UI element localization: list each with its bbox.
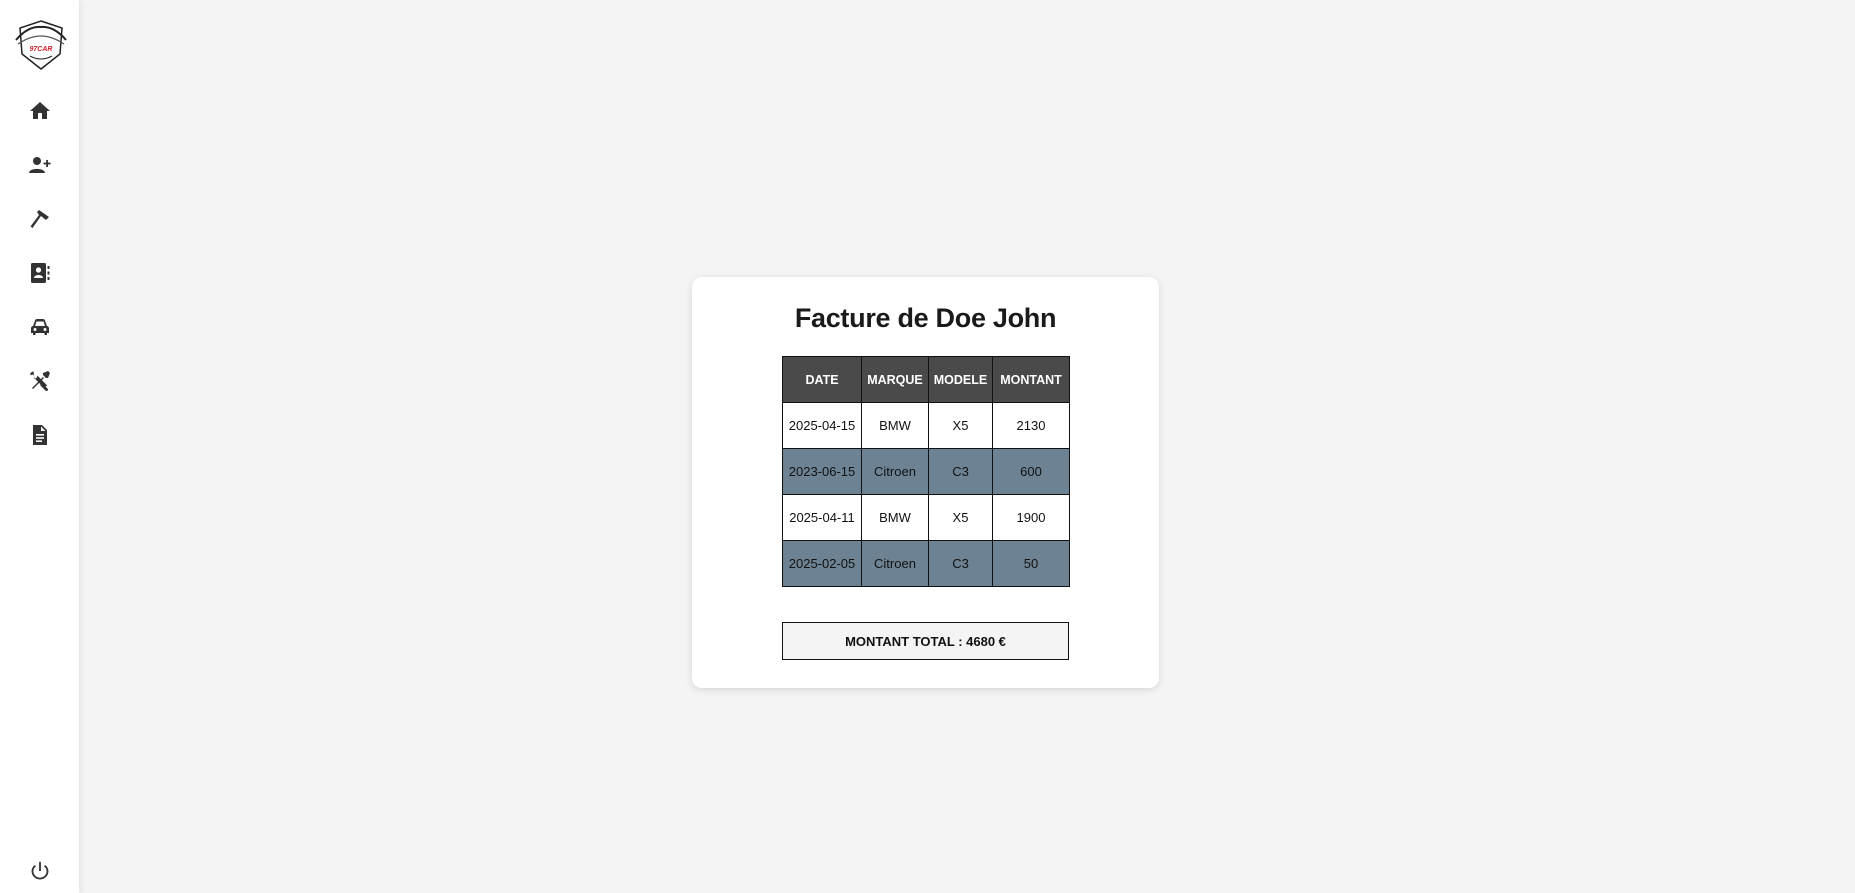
sidebar-item-maintenance[interactable] [0,361,79,401]
sidebar-item-contacts[interactable] [0,253,79,293]
invoice-table: DATE MARQUE MODELE MONTANT 2025-04-15 BM… [782,356,1070,587]
cell-marque: Citroen [861,540,929,587]
cell-modele: X5 [928,402,993,449]
svg-text:97CAR: 97CAR [30,46,53,53]
app-logo[interactable]: 97CAR [14,18,68,72]
table-row: 2025-04-11 BMW X5 1900 [782,494,1070,541]
column-header-date: DATE [782,356,862,403]
sidebar-item-repairs[interactable] [0,199,79,239]
sidebar: 97CAR [0,0,79,893]
cell-marque: BMW [861,494,929,541]
total-amount: MONTANT TOTAL : 4680 € [782,622,1069,660]
cell-date: 2025-02-05 [782,540,862,587]
cell-date: 2025-04-15 [782,402,862,449]
car-icon [30,319,49,335]
contacts-icon [30,263,49,283]
invoice-card: Facture de Doe John DATE MARQUE MODELE M… [692,277,1159,688]
hammer-icon [30,210,49,228]
home-icon [29,102,50,119]
tools-icon [29,371,50,392]
cell-modele: X5 [928,494,993,541]
car-shield-logo-icon: 97CAR [15,20,67,70]
add-user-icon [28,157,51,173]
invoice-icon [32,425,47,445]
power-icon [31,861,48,880]
table-header-row: DATE MARQUE MODELE MONTANT [782,356,1070,403]
column-header-marque: MARQUE [861,356,929,403]
invoice-title: Facture de Doe John [794,303,1057,333]
table-row: 2023-06-15 Citroen C3 600 [782,448,1070,495]
cell-date: 2023-06-15 [782,448,862,495]
sidebar-item-home[interactable] [0,91,79,131]
column-header-montant: MONTANT [992,356,1070,403]
table-row: 2025-04-15 BMW X5 2130 [782,402,1070,449]
sidebar-item-vehicles[interactable] [0,307,79,347]
cell-montant: 1900 [992,494,1070,541]
column-header-modele: MODELE [928,356,993,403]
cell-modele: C3 [928,448,993,495]
cell-montant: 2130 [992,402,1070,449]
sidebar-item-add-client[interactable] [0,145,79,185]
cell-montant: 50 [992,540,1070,587]
cell-date: 2025-04-11 [782,494,862,541]
cell-marque: BMW [861,402,929,449]
sidebar-item-invoices[interactable] [0,415,79,455]
main-content: Facture de Doe John DATE MARQUE MODELE M… [79,0,1855,893]
table-row: 2025-02-05 Citroen C3 50 [782,540,1070,587]
cell-modele: C3 [928,540,993,587]
cell-montant: 600 [992,448,1070,495]
cell-marque: Citroen [861,448,929,495]
logout-button[interactable] [0,851,79,891]
